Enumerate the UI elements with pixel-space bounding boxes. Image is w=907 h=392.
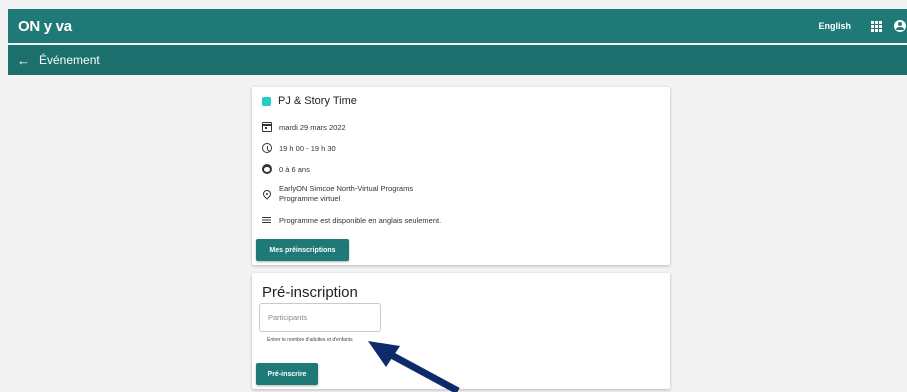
app-logo[interactable]: ON y va bbox=[18, 18, 72, 35]
annotation-arrow bbox=[368, 341, 460, 392]
event-location-name: EarlyON Simcoe North-Virtual Programs bbox=[279, 184, 414, 193]
page-title: Événement bbox=[39, 53, 100, 67]
clock-icon bbox=[262, 143, 272, 153]
event-color-swatch bbox=[262, 96, 271, 106]
language-toggle[interactable]: English bbox=[818, 21, 851, 31]
event-title-row: PJ & Story Time bbox=[262, 95, 357, 107]
account-circle-icon[interactable] bbox=[894, 20, 906, 32]
my-preregistrations-button[interactable]: Mes préinscriptions bbox=[256, 239, 349, 261]
annotation-arrow-shaft bbox=[380, 346, 460, 392]
preregister-button[interactable]: Pré-inscrire bbox=[256, 363, 318, 385]
event-ages-row: 0 à 6 ans bbox=[262, 164, 310, 174]
event-ages: 0 à 6 ans bbox=[279, 164, 310, 174]
event-date-row: mardi 29 mars 2022 bbox=[262, 122, 346, 132]
event-note: Programme est disponible en anglais seul… bbox=[279, 215, 442, 225]
event-time-row: 19 h 00 - 19 h 30 bbox=[262, 143, 336, 153]
event-location-row: EarlyON Simcoe North-Virtual Programs Pr… bbox=[261, 184, 413, 204]
event-location: EarlyON Simcoe North-Virtual Programs Pr… bbox=[279, 184, 413, 204]
top-app-bar: ON y va English bbox=[8, 9, 907, 43]
event-location-type: Programme virtuel bbox=[279, 194, 341, 203]
location-pin-icon bbox=[261, 188, 273, 200]
child-face-icon bbox=[262, 164, 272, 174]
calendar-icon bbox=[262, 122, 272, 132]
event-date: mardi 29 mars 2022 bbox=[279, 122, 346, 132]
participants-input[interactable] bbox=[259, 303, 381, 332]
participants-helper-text: Entrer le nombre d'adultes et d'enfants bbox=[267, 337, 353, 343]
event-time: 19 h 00 - 19 h 30 bbox=[279, 143, 336, 153]
apps-grid-icon[interactable] bbox=[871, 20, 882, 32]
arrow-back-icon[interactable]: ← bbox=[17, 53, 30, 68]
notes-icon bbox=[262, 215, 272, 225]
preregistration-title: Pré-inscription bbox=[262, 284, 358, 301]
event-note-row: Programme est disponible en anglais seul… bbox=[262, 215, 441, 225]
page-header-bar: ← Événement bbox=[8, 45, 907, 75]
event-title: PJ & Story Time bbox=[278, 95, 357, 107]
event-details-card: PJ & Story Time mardi 29 mars 2022 19 h … bbox=[252, 87, 670, 265]
top-bar-actions: English bbox=[818, 20, 907, 32]
